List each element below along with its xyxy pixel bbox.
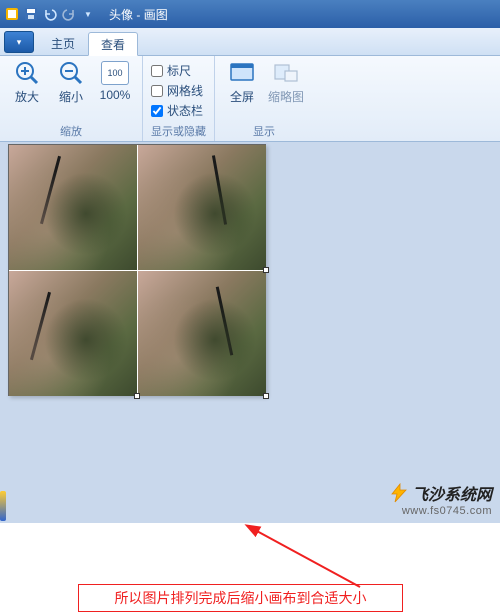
- qat-customize-icon[interactable]: ▼: [80, 6, 96, 22]
- ribbon: 放大 缩小 100 100% 缩放 标尺: [0, 56, 500, 142]
- redo-icon[interactable]: [61, 6, 77, 22]
- watermark-name: 飞沙系统网: [412, 481, 492, 505]
- chevron-down-icon: ▾: [17, 37, 22, 48]
- title-bar: ▼ 头像 - 画图: [0, 0, 500, 28]
- zoom-in-button[interactable]: 放大: [8, 60, 46, 105]
- resize-handle-se[interactable]: [263, 393, 269, 399]
- ruler-checkbox[interactable]: 标尺: [151, 62, 203, 79]
- undo-icon[interactable]: [42, 6, 58, 22]
- app-menu-button[interactable]: ▾: [4, 31, 34, 53]
- fullscreen-button[interactable]: 全屏: [223, 60, 261, 105]
- thumbnail-label: 缩略图: [268, 88, 304, 105]
- canvas-image-1: [9, 145, 137, 270]
- canvas[interactable]: [8, 144, 266, 396]
- zoom-out-icon: [57, 60, 85, 86]
- resize-handle-e[interactable]: [263, 267, 269, 273]
- ribbon-tabs: ▾ 主页 查看: [0, 28, 500, 56]
- zoom-100-icon: 100: [101, 60, 129, 86]
- workspace[interactable]: 所以图片排列完成后缩小画布到合适大小 飞沙系统网 www.fs0745.com: [0, 142, 500, 523]
- zoom-in-label: 放大: [15, 88, 39, 105]
- annotation-text: 所以图片排列完成后缩小画布到合适大小: [115, 588, 367, 608]
- ruler-label: 标尺: [167, 62, 191, 79]
- group-label-show: 显示或隐藏: [151, 121, 206, 139]
- ribbon-group-display: 全屏 缩略图 显示: [215, 56, 313, 141]
- gridlines-label: 网格线: [167, 82, 203, 99]
- watermark: 飞沙系统网 www.fs0745.com: [388, 481, 492, 517]
- save-icon[interactable]: [23, 6, 39, 22]
- lightning-icon: [388, 483, 410, 503]
- tab-view[interactable]: 查看: [88, 32, 138, 56]
- statusbar-label: 状态栏: [167, 102, 203, 119]
- app-icon: [4, 6, 20, 22]
- canvas-image-4: [138, 271, 266, 396]
- ribbon-group-show: 标尺 网格线 状态栏 显示或隐藏: [143, 56, 215, 141]
- annotation-callout: 所以图片排列完成后缩小画布到合适大小: [78, 584, 403, 612]
- zoom-out-label: 缩小: [59, 88, 83, 105]
- fullscreen-label: 全屏: [230, 88, 254, 105]
- ruler-checkbox-input[interactable]: [151, 65, 163, 77]
- fullscreen-icon: [228, 60, 256, 86]
- canvas-image-2: [138, 145, 266, 270]
- watermark-url: www.fs0745.com: [388, 505, 492, 517]
- zoom-100-label: 100%: [100, 88, 131, 102]
- ribbon-group-zoom: 放大 缩小 100 100% 缩放: [0, 56, 143, 141]
- gridlines-checkbox-input[interactable]: [151, 85, 163, 97]
- doc-name: 头像: [109, 8, 133, 22]
- statusbar-checkbox[interactable]: 状态栏: [151, 102, 203, 119]
- title-sep: -: [136, 8, 143, 22]
- app-name: 画图: [144, 8, 168, 22]
- zoom-in-icon: [13, 60, 41, 86]
- thumbnail-button[interactable]: 缩略图: [267, 60, 305, 105]
- group-label-zoom: 缩放: [8, 121, 134, 139]
- window-title: 头像 - 画图: [109, 6, 168, 23]
- canvas-image-3: [9, 271, 137, 396]
- group-label-display: 显示: [223, 121, 305, 139]
- thumbnail-icon: [272, 60, 300, 86]
- gridlines-checkbox[interactable]: 网格线: [151, 82, 203, 99]
- resize-handle-s[interactable]: [134, 393, 140, 399]
- zoom-out-button[interactable]: 缩小: [52, 60, 90, 105]
- zoom-100-button[interactable]: 100 100%: [96, 60, 134, 102]
- tab-home[interactable]: 主页: [38, 31, 88, 55]
- decorative-strip: [0, 491, 6, 521]
- statusbar-checkbox-input[interactable]: [151, 105, 163, 117]
